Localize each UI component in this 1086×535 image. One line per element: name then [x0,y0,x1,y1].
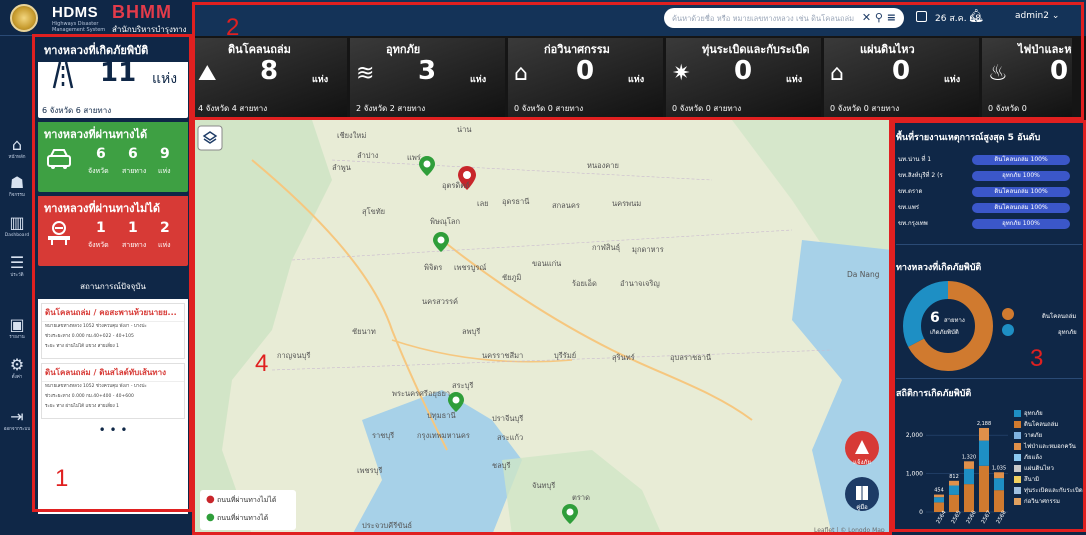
annotation-box-4 [192,120,892,535]
nav-label: ประวัติ [10,273,24,278]
nav-label: Dashboard [4,233,30,238]
nav-label: ตั้งค่า [11,375,23,380]
annotation-label-4: 4 [255,350,269,377]
annotation-label-1: 1 [55,465,69,492]
nav-label: ออกจากระบบ [3,427,31,432]
nav-dashboard[interactable]: ▥ Dashboard [2,214,32,250]
nav-label: รายงาน [9,335,25,340]
gear-icon: ⚙ [9,355,25,374]
annotation-label-3: 3 [1030,345,1044,372]
nav-home[interactable]: ⌂ หน้าหลัก [2,136,32,172]
home-icon: ⌂ [11,135,23,154]
brand-title: BHMM [112,2,172,22]
annotation-label-2: 2 [226,14,240,41]
people-icon: ☗ [9,173,25,192]
annotation-box-3 [892,120,1086,532]
nav-settings[interactable]: ⚙ ตั้งค่า [2,356,32,392]
chart-icon: ▥ [9,213,25,232]
annotation-box-1 [32,34,192,512]
nav-logout[interactable]: ⇥ ออกจากระบบ [2,408,32,444]
image-icon: ▣ [9,315,25,334]
nav-label: กิจกรรม [9,193,25,198]
logo: HDMS Highways Disaster Management System… [0,0,192,36]
logout-icon: ⇥ [10,407,24,426]
database-icon: ☰ [9,253,25,272]
nav-history[interactable]: ☰ ประวัติ [2,254,32,290]
department-seal [10,4,38,32]
annotation-box-2 [192,2,1084,120]
nav-report[interactable]: ▣ รายงาน [2,316,32,352]
nav-activity[interactable]: ☗ กิจกรรม [2,174,32,210]
nav-label: หน้าหลัก [8,155,26,160]
logo-title: HDMS [52,4,99,21]
logo-subtitle: Highways Disaster Management System [52,21,106,33]
icon-sidebar: ⌂ หน้าหลัก ☗ กิจกรรม ▥ Dashboard ☰ ประวัติ ▣… [0,36,34,535]
